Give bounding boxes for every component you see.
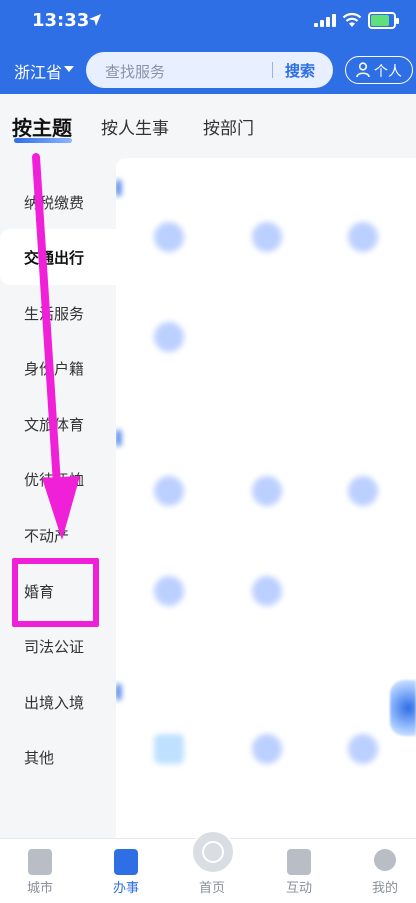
category-label: 其他 xyxy=(24,749,55,767)
service-item[interactable] xyxy=(120,222,216,292)
service-item[interactable] xyxy=(314,222,410,292)
theme-category-list: 纳税缴费 交通出行 生活服务 身份户籍 文旅体育 优待抚恤 不动产 婚育 司法公… xyxy=(0,162,116,838)
nav-city[interactable]: 城市 xyxy=(0,839,80,903)
nav-label: 首页 xyxy=(198,881,225,896)
nav-label: 我的 xyxy=(371,881,398,896)
active-tab-indicator xyxy=(14,138,72,143)
nav-interact[interactable]: 互动 xyxy=(259,839,339,903)
interact-icon xyxy=(287,849,311,875)
affairs-icon xyxy=(114,849,138,875)
service-item[interactable] xyxy=(218,734,314,804)
personal-label: 个人 xyxy=(374,64,402,80)
service-item[interactable] xyxy=(120,322,216,392)
status-bar: 13:33 xyxy=(0,0,416,40)
service-item[interactable] xyxy=(218,576,314,646)
status-time: 13:33 xyxy=(32,10,90,31)
floating-assistant-icon[interactable] xyxy=(390,680,416,736)
search-button[interactable]: 搜索 xyxy=(285,60,315,81)
caret-down-icon[interactable] xyxy=(64,66,74,72)
nav-label: 办事 xyxy=(112,881,139,896)
nav-label: 互动 xyxy=(285,881,312,896)
category-pension[interactable]: 优待抚恤 xyxy=(0,451,116,507)
category-label: 出境入境 xyxy=(24,694,85,712)
category-label: 生活服务 xyxy=(24,305,85,323)
battery-icon xyxy=(368,12,399,29)
service-item[interactable] xyxy=(314,734,410,804)
search-input[interactable]: 查找服务 xyxy=(105,61,165,82)
personal-button[interactable]: 个人 xyxy=(345,56,413,84)
category-transport[interactable]: 交通出行 xyxy=(0,229,116,285)
nav-affairs[interactable]: 办事 xyxy=(86,839,166,903)
category-identity[interactable]: 身份户籍 xyxy=(0,340,116,396)
search-divider xyxy=(272,62,273,78)
tab-by-life-event[interactable]: 按人生事 xyxy=(101,114,169,139)
category-tabs: 按主题 按人生事 按部门 xyxy=(0,94,416,156)
cellular-signal-icon xyxy=(314,14,336,27)
home-icon[interactable] xyxy=(191,830,235,874)
category-exit-entry[interactable]: 出境入境 xyxy=(0,674,116,730)
annotation-highlight-box xyxy=(12,558,99,627)
province-selector[interactable]: 浙江省 xyxy=(14,59,62,83)
nav-label: 城市 xyxy=(26,881,53,896)
category-real-estate[interactable]: 不动产 xyxy=(0,507,116,563)
category-label: 身份户籍 xyxy=(24,360,85,378)
service-item[interactable] xyxy=(120,476,216,546)
service-item[interactable] xyxy=(120,734,216,804)
category-label: 不动产 xyxy=(24,527,70,545)
tab-by-theme[interactable]: 按主题 xyxy=(12,112,72,141)
service-item[interactable] xyxy=(314,476,410,546)
header-bar: 13:33 浙江省 查找服务 搜索 个人 xyxy=(0,0,416,94)
city-icon xyxy=(28,849,52,875)
person-icon xyxy=(356,62,370,78)
service-content-panel xyxy=(116,158,416,838)
search-bar[interactable]: 查找服务 搜索 xyxy=(86,52,333,88)
category-label: 文旅体育 xyxy=(24,416,85,434)
category-label: 纳税缴费 xyxy=(24,194,85,212)
service-item[interactable] xyxy=(218,476,314,546)
wifi-icon xyxy=(342,12,362,27)
category-tax[interactable]: 纳税缴费 xyxy=(0,174,116,230)
category-label: 司法公证 xyxy=(24,638,85,656)
category-culture-sports[interactable]: 文旅体育 xyxy=(0,396,116,452)
location-arrow-icon xyxy=(89,14,101,26)
service-item[interactable] xyxy=(120,576,216,646)
nav-profile[interactable]: 我的 xyxy=(345,839,416,903)
category-label: 交通出行 xyxy=(24,249,85,267)
category-life-services[interactable]: 生活服务 xyxy=(0,285,116,341)
category-label: 优待抚恤 xyxy=(24,471,85,489)
tab-by-department[interactable]: 按部门 xyxy=(203,114,254,139)
blurred-content xyxy=(116,158,416,838)
service-item[interactable] xyxy=(218,222,314,292)
category-other[interactable]: 其他 xyxy=(0,729,116,785)
profile-icon xyxy=(374,849,396,871)
